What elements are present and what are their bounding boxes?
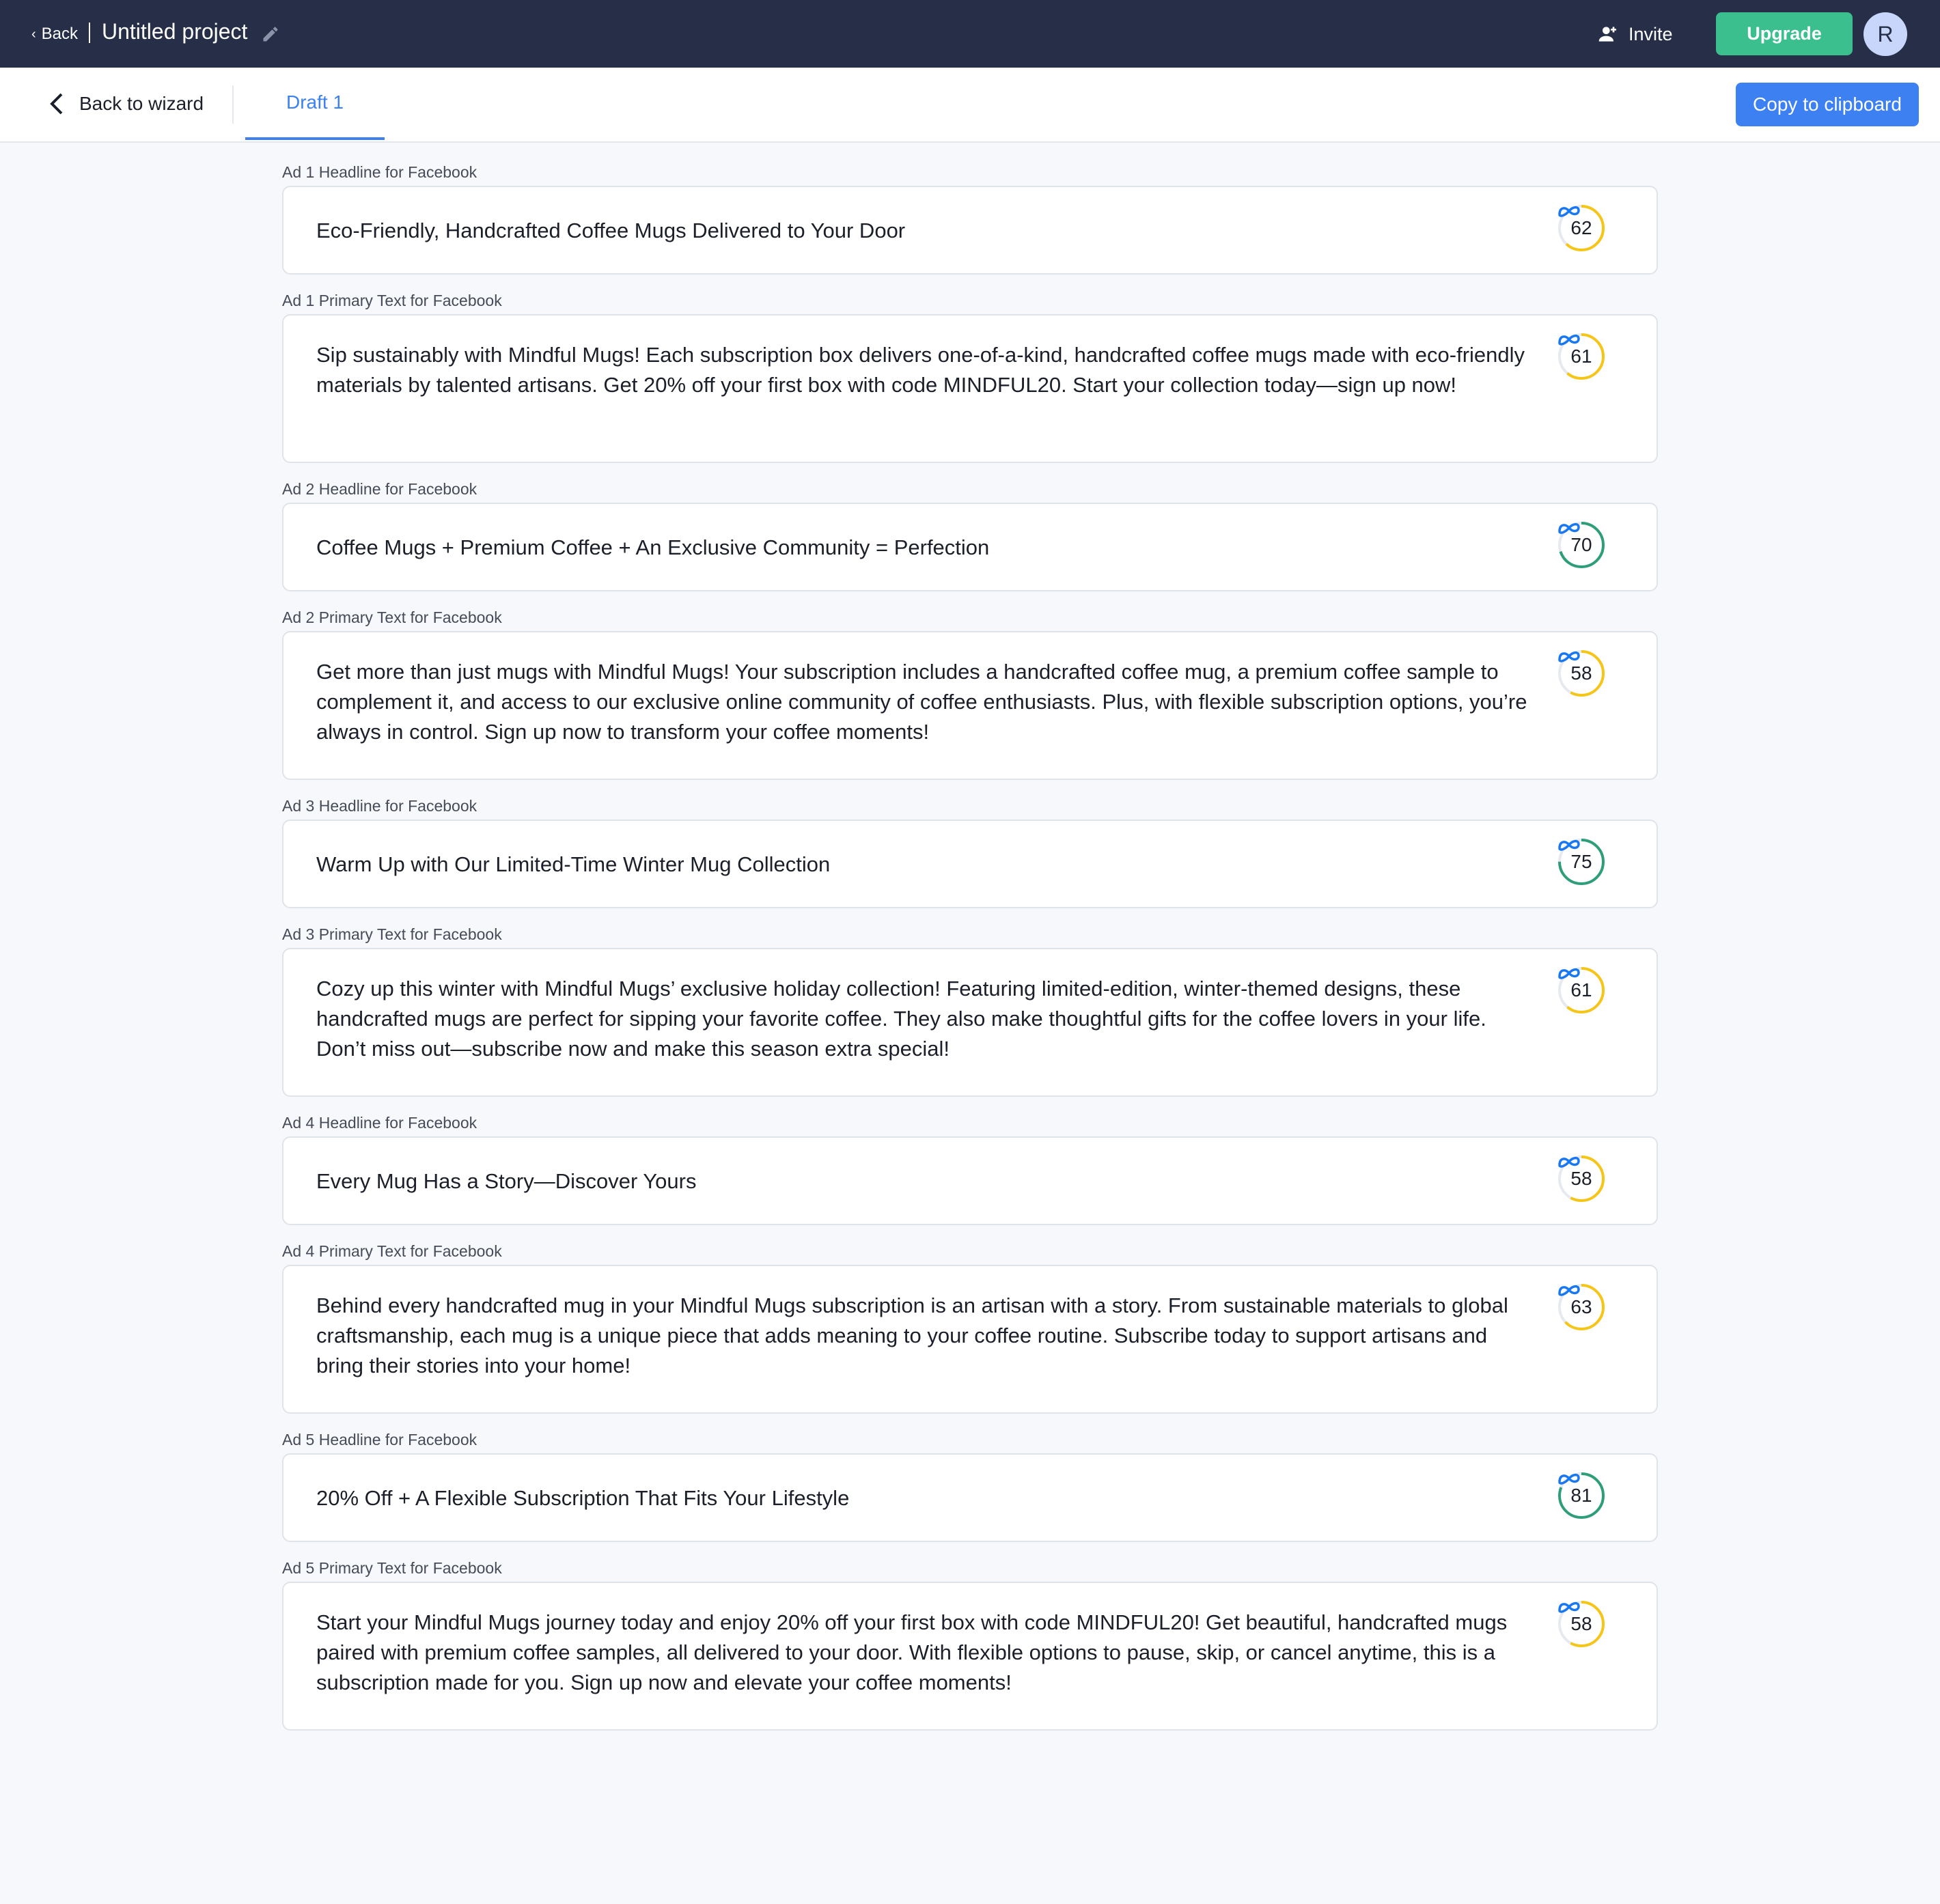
field-label: Ad 3 Primary Text for Facebook <box>282 925 502 943</box>
score-badge: 63 <box>1557 1283 1625 1337</box>
add-person-icon <box>1598 27 1616 42</box>
ad-text[interactable]: Sip sustainably with Mindful Mugs! Each … <box>316 340 1532 400</box>
meta-icon <box>1558 1473 1580 1485</box>
ad-text[interactable]: Warm Up with Our Limited-Time Winter Mug… <box>316 850 1532 880</box>
ad-text-field[interactable]: Warm Up with Our Limited-Time Winter Mug… <box>282 820 1658 908</box>
field-label: Ad 4 Primary Text for Facebook <box>282 1242 502 1260</box>
meta-icon <box>1558 1601 1580 1613</box>
back-to-wizard-button[interactable]: Back to wizard <box>49 90 204 117</box>
ad-text-field[interactable]: Eco-Friendly, Handcrafted Coffee Mugs De… <box>282 186 1658 275</box>
ad-text[interactable]: Every Mug Has a Story—Discover Yours <box>316 1166 1532 1196</box>
copy-to-clipboard-button[interactable]: Copy to clipboard <box>1736 83 1919 126</box>
project-title[interactable]: Untitled project <box>102 19 247 44</box>
ad-text[interactable]: Eco-Friendly, Handcrafted Coffee Mugs De… <box>316 216 1532 246</box>
upgrade-button[interactable]: Upgrade <box>1716 12 1853 55</box>
meta-icon <box>1558 968 1580 979</box>
back-to-wizard-label: Back to wizard <box>79 93 204 114</box>
ad-text[interactable]: Coffee Mugs + Premium Coffee + An Exclus… <box>316 533 1532 563</box>
meta-icon <box>1558 1156 1580 1168</box>
score-badge: 58 <box>1557 1599 1625 1654</box>
meta-icon <box>1558 651 1580 662</box>
meta-icon <box>1558 839 1580 851</box>
score-badge: 70 <box>1557 520 1625 575</box>
score-badge: 61 <box>1557 966 1625 1020</box>
top-bar: ‹ Back Untitled project Invite Upgrade R <box>0 0 1940 68</box>
ad-text[interactable]: Cozy up this winter with Mindful Mugs’ e… <box>316 974 1532 1064</box>
avatar[interactable]: R <box>1863 12 1907 56</box>
field-label: Ad 3 Headline for Facebook <box>282 797 477 815</box>
field-label: Ad 1 Primary Text for Facebook <box>282 292 502 309</box>
ad-text[interactable]: Get more than just mugs with Mindful Mug… <box>316 657 1532 747</box>
ad-text[interactable]: Start your Mindful Mugs journey today an… <box>316 1608 1532 1698</box>
ad-text[interactable]: 20% Off + A Flexible Subscription That F… <box>316 1483 1532 1513</box>
score-badge: 58 <box>1557 649 1625 703</box>
field-label: Ad 2 Primary Text for Facebook <box>282 608 502 626</box>
toolbar-separator <box>232 85 234 124</box>
chevron-left-icon <box>50 93 63 115</box>
sub-toolbar: Back to wizard Draft 1 Copy to clipboard <box>0 68 1940 143</box>
score-badge: 81 <box>1557 1471 1625 1526</box>
invite-button[interactable]: Invite <box>1597 20 1673 48</box>
ad-fields-list: Ad 1 Headline for Facebook Eco-Friendly, … <box>282 158 1658 1743</box>
score-badge: 61 <box>1557 332 1625 387</box>
title-separator <box>89 23 90 43</box>
chevron-left-icon: ‹ <box>31 26 36 42</box>
ad-text-field[interactable]: 20% Off + A Flexible Subscription That F… <box>282 1453 1658 1542</box>
meta-icon <box>1558 206 1580 217</box>
ad-text-field[interactable]: Coffee Mugs + Premium Coffee + An Exclus… <box>282 503 1658 591</box>
invite-label: Invite <box>1629 23 1673 44</box>
meta-icon <box>1558 1285 1580 1296</box>
back-label: Back <box>41 25 79 43</box>
ad-text-field[interactable]: Every Mug Has a Story—Discover Yours 58 <box>282 1136 1658 1225</box>
ad-text-field[interactable]: Get more than just mugs with Mindful Mug… <box>282 631 1658 780</box>
meta-icon <box>1558 522 1580 534</box>
score-badge: 62 <box>1557 204 1625 258</box>
field-label: Ad 5 Headline for Facebook <box>282 1431 477 1448</box>
ad-text-field[interactable]: Behind every handcrafted mug in your Min… <box>282 1265 1658 1414</box>
ad-text[interactable]: Behind every handcrafted mug in your Min… <box>316 1291 1532 1381</box>
score-badge: 75 <box>1557 837 1625 892</box>
tab-draft-1[interactable]: Draft 1 <box>245 68 385 140</box>
ad-text-field[interactable]: Sip sustainably with Mindful Mugs! Each … <box>282 314 1658 463</box>
meta-icon <box>1558 334 1580 346</box>
score-badge: 58 <box>1557 1154 1625 1209</box>
field-label: Ad 5 Primary Text for Facebook <box>282 1559 502 1577</box>
ad-text-field[interactable]: Start your Mindful Mugs journey today an… <box>282 1582 1658 1731</box>
field-label: Ad 4 Headline for Facebook <box>282 1114 477 1132</box>
ad-text-field[interactable]: Cozy up this winter with Mindful Mugs’ e… <box>282 948 1658 1097</box>
back-button[interactable]: ‹ Back <box>31 23 78 45</box>
field-label: Ad 1 Headline for Facebook <box>282 163 477 181</box>
pencil-icon[interactable] <box>261 25 280 44</box>
field-label: Ad 2 Headline for Facebook <box>282 480 477 498</box>
